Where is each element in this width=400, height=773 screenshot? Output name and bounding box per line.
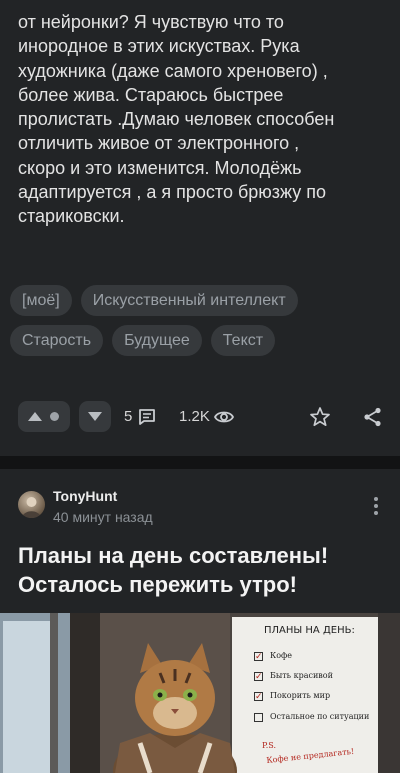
star-icon[interactable]	[309, 406, 331, 428]
text-line: пролистать .Думаю человек способен	[18, 109, 335, 130]
comment-icon[interactable]	[137, 407, 157, 427]
text-line: инородное в этих искуствах. Рука	[18, 36, 300, 57]
post-actions-bar: 5 1.2K	[0, 398, 400, 438]
tag-text[interactable]: Текст	[210, 325, 276, 356]
text-line: скоро и это изменится. Молодёжь	[18, 157, 302, 178]
feed-separator	[0, 456, 400, 469]
post-image[interactable]: ПЛАНЫ НА ДЕНЬ: ✓ Кофе ✓ Быть красивой ✓ …	[0, 613, 400, 773]
tag-old-age[interactable]: Старость	[10, 325, 104, 356]
board-title: ПЛАНЫ НА ДЕНЬ:	[264, 625, 355, 636]
tag-list: [моё] Искусственный интеллект Старость Б…	[10, 285, 390, 365]
board-item: Покорить мир	[270, 691, 331, 700]
upvote-button[interactable]	[18, 401, 70, 432]
board-item: Быть красивой	[270, 671, 333, 680]
checkbox-icon	[254, 713, 263, 722]
board-item: Остальное по ситуации	[270, 712, 370, 721]
board-ps: P.S.	[262, 741, 277, 750]
text-line: адаптируется , а я просто брюзжу по	[18, 182, 327, 203]
avatar[interactable]	[18, 491, 45, 518]
more-options-icon[interactable]	[371, 497, 381, 517]
text-line: более жива. Стараюсь быстрее	[18, 84, 284, 105]
eye-icon	[213, 411, 235, 423]
post-card: от нейронки? Я чувствую что то инородное…	[0, 0, 400, 456]
post-body-text: от нейронки? Я чувствую что то инородное…	[18, 10, 388, 229]
post-time: 40 минут назад	[53, 509, 153, 525]
text-line: от нейронки? Я чувствую что то	[18, 12, 284, 32]
downvote-button[interactable]	[79, 401, 111, 432]
text-line: отличить живое от электронного ,	[18, 133, 300, 154]
comments-count: 5	[124, 408, 133, 425]
checkbox-icon: ✓	[254, 671, 263, 681]
checkbox-icon: ✓	[254, 651, 263, 661]
board-item: Кофе	[270, 651, 293, 660]
post-card: TonyHunt 40 минут назад Планы на день со…	[0, 469, 400, 773]
arrow-up-icon	[28, 412, 42, 421]
arrow-down-icon	[88, 412, 102, 421]
text-line: художника (даже самого хреновего) ,	[18, 60, 328, 81]
tag-future[interactable]: Будущее	[112, 325, 202, 356]
share-icon[interactable]	[362, 406, 384, 428]
checkbox-icon: ✓	[254, 691, 263, 701]
rating-dot-icon	[50, 412, 59, 421]
text-line: стариковски.	[18, 206, 125, 227]
tag-moe[interactable]: [моё]	[10, 285, 72, 316]
post-title[interactable]: Планы на день составлены! Осталось переж…	[18, 541, 388, 599]
author-name[interactable]: TonyHunt	[53, 488, 117, 504]
views-count: 1.2K	[179, 408, 210, 425]
tag-ai[interactable]: Искусственный интеллект	[80, 285, 298, 316]
